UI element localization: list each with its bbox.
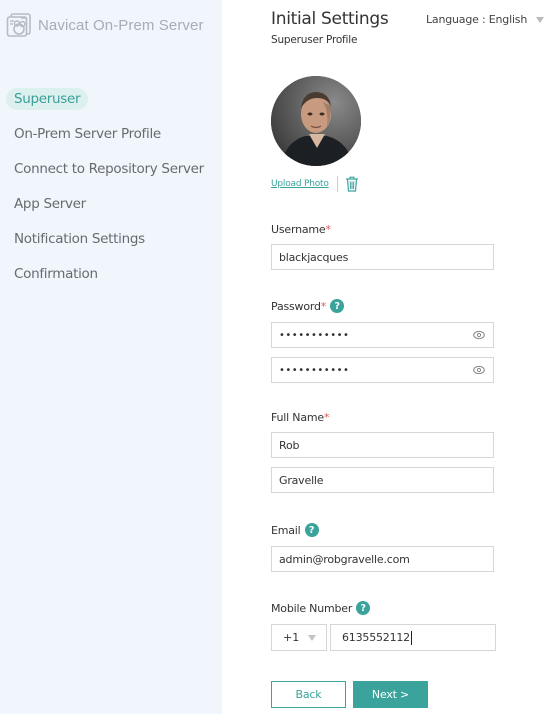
sidebar-item-notification-settings[interactable]: Notification Settings <box>6 228 212 263</box>
next-button[interactable]: Next > <box>353 681 428 708</box>
password-label-text: Password <box>271 299 321 313</box>
profile-photo <box>271 76 361 166</box>
country-code-value: +1 <box>283 631 300 644</box>
sidebar-item-on-prem-server-profile[interactable]: On-Prem Server Profile <box>6 123 212 158</box>
sidebar-item-superuser[interactable]: Superuser <box>6 88 212 123</box>
mobile-label-text: Mobile Number <box>271 601 353 615</box>
country-code-select[interactable]: +1 <box>271 624 327 651</box>
first-name-value: Rob <box>279 438 300 452</box>
sidebar-item-label: Confirmation <box>14 266 98 282</box>
username-label-text: Username <box>271 223 326 236</box>
username-value: blackjacques <box>279 250 349 264</box>
email-label-text: Email <box>271 523 301 537</box>
email-value: admin@robgravelle.com <box>279 552 410 566</box>
text-cursor <box>411 630 412 645</box>
navicat-logo-icon <box>6 13 31 37</box>
required-marker: * <box>320 299 327 313</box>
avatar <box>271 76 361 166</box>
password-label: Password * ? <box>271 299 345 313</box>
mobile-number-input[interactable]: 6135552112 <box>330 624 496 651</box>
confirm-password-value: ••••••••••• <box>279 364 350 376</box>
sidebar-item-label: Superuser <box>6 88 89 110</box>
app-name: Navicat On-Prem Server <box>38 16 204 34</box>
eye-icon[interactable] <box>473 365 485 375</box>
page-title: Initial Settings <box>271 9 389 29</box>
email-label: Email ? <box>271 523 319 537</box>
help-icon[interactable]: ? <box>356 601 371 615</box>
username-input[interactable]: blackjacques <box>271 244 494 270</box>
language-selector[interactable]: Language : English <box>426 13 545 26</box>
required-marker: * <box>325 223 331 236</box>
brand: Navicat On-Prem Server <box>6 12 204 38</box>
page-subtitle: Superuser Profile <box>271 34 358 46</box>
email-input[interactable]: admin@robgravelle.com <box>271 546 494 572</box>
language-label: Language : English <box>426 13 528 26</box>
help-icon[interactable]: ? <box>304 523 319 537</box>
sidebar: Navicat On-Prem Server Superuser On-Prem… <box>0 0 222 714</box>
divider <box>336 176 338 192</box>
chevron-down-icon <box>308 635 316 641</box>
last-name-value: Gravelle <box>279 473 324 487</box>
sidebar-item-app-server[interactable]: App Server <box>6 193 212 228</box>
sidebar-nav: Superuser On-Prem Server Profile Connect… <box>6 88 212 298</box>
sidebar-item-label: App Server <box>14 196 86 212</box>
help-icon[interactable]: ? <box>330 299 345 313</box>
photo-actions: Upload Photo <box>271 176 359 192</box>
sidebar-item-confirmation[interactable]: Confirmation <box>6 263 212 298</box>
fullname-label: Full Name * <box>271 411 329 424</box>
trash-icon[interactable] <box>345 176 359 192</box>
sidebar-item-connect-to-repository-server[interactable]: Connect to Repository Server <box>6 158 212 193</box>
first-name-input[interactable]: Rob <box>271 432 494 458</box>
sidebar-item-label: Notification Settings <box>14 231 145 247</box>
chevron-down-icon <box>536 16 545 23</box>
username-label: Username * <box>271 223 331 236</box>
password-value: ••••••••••• <box>279 329 350 341</box>
mobile-label: Mobile Number ? <box>271 601 371 615</box>
required-marker: * <box>323 411 330 424</box>
last-name-input[interactable]: Gravelle <box>271 467 494 493</box>
sidebar-item-label: On-Prem Server Profile <box>14 126 161 142</box>
eye-icon[interactable] <box>473 330 485 340</box>
mobile-number-value: 6135552112 <box>342 631 410 644</box>
password-input[interactable]: ••••••••••• <box>271 322 494 348</box>
sidebar-item-label: Connect to Repository Server <box>14 161 204 177</box>
confirm-password-input[interactable]: ••••••••••• <box>271 357 494 383</box>
fullname-label-text: Full Name <box>271 411 324 424</box>
upload-photo-link[interactable]: Upload Photo <box>271 179 329 189</box>
back-button[interactable]: Back <box>271 681 346 708</box>
